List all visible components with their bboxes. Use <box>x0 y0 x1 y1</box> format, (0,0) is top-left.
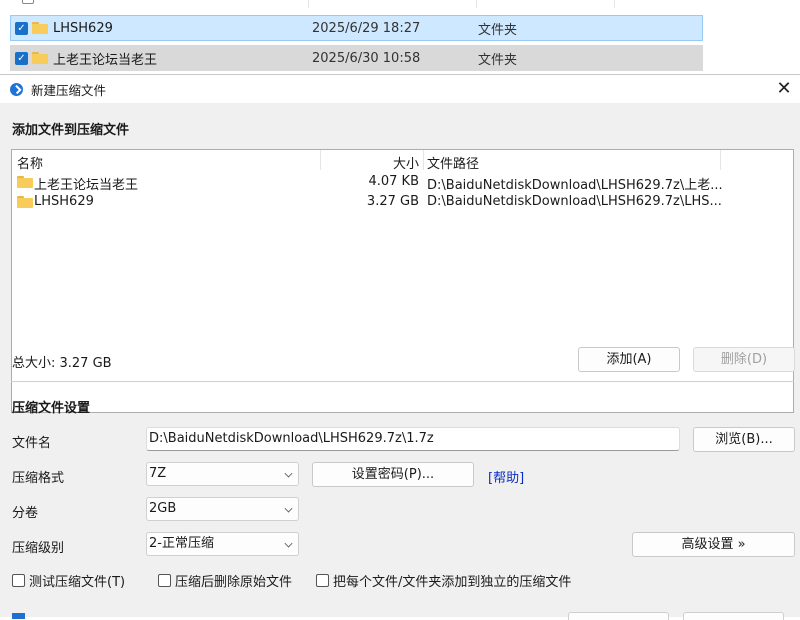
column-divider[interactable] <box>720 150 721 170</box>
checkbox-label: 压缩后删除原始文件 <box>175 574 293 590</box>
checkbox-box[interactable] <box>316 573 329 587</box>
list-item[interactable]: LHSH629 3.27 GB D:\BaiduNetdiskDownload\… <box>12 192 793 212</box>
partial-button[interactable] <box>683 612 784 620</box>
item-name: LHSH629 <box>34 194 94 209</box>
delete-after-checkbox[interactable]: 压缩后删除原始文件 <box>158 572 293 590</box>
dialog-title: 新建压缩文件 <box>31 82 107 98</box>
filename-input[interactable]: D:\BaiduNetdiskDownload\LHSH629.7z\1.7z <box>146 427 680 451</box>
add-files-section-title: 添加文件到压缩文件 <box>12 123 130 138</box>
row-checkbox[interactable]: ✓ <box>15 21 28 35</box>
checkbox-box[interactable] <box>158 573 171 587</box>
folder-icon <box>17 196 33 208</box>
item-name: 上老王论坛当老王 <box>34 178 139 193</box>
dialog-titlebar[interactable]: 新建压缩文件 ✕ <box>0 75 800 103</box>
column-divider[interactable] <box>320 150 321 170</box>
add-button[interactable]: 添加(A) <box>578 347 680 372</box>
file-date: 2025/6/30 10:58 <box>312 50 421 66</box>
checkbox-label: 把每个文件/文件夹添加到独立的压缩文件 <box>333 574 572 590</box>
chevron-down-icon <box>284 539 293 548</box>
filename-label: 文件名 <box>12 436 52 451</box>
browse-button[interactable]: 浏览(B)... <box>693 427 795 452</box>
header-checkbox[interactable] <box>22 0 34 4</box>
column-header-name[interactable]: 名称 <box>17 153 43 172</box>
archive-settings-title: 压缩文件设置 <box>12 401 91 416</box>
format-label: 压缩格式 <box>12 471 65 486</box>
test-archive-checkbox[interactable]: 测试压缩文件(T) <box>12 572 126 590</box>
explorer-header-strip <box>0 0 800 8</box>
folder-icon <box>32 22 48 34</box>
partial-checkbox[interactable] <box>12 613 25 619</box>
volume-value: 2GB <box>149 501 177 516</box>
format-value: 7Z <box>149 466 167 481</box>
close-icon[interactable]: ✕ <box>774 79 794 99</box>
app-icon <box>10 82 23 96</box>
level-label: 压缩级别 <box>12 541 65 556</box>
section-divider <box>11 381 794 382</box>
item-size: 3.27 GB <box>366 194 419 209</box>
file-list-header: 名称 大小 文件路径 <box>12 150 793 172</box>
item-size: 4.07 KB <box>368 174 419 189</box>
explorer-row[interactable]: ✓ 上老王论坛当老王 2025/6/30 10:58 文件夹 <box>10 45 703 71</box>
chevron-down-icon <box>284 469 293 478</box>
row-checkbox[interactable]: ✓ <box>15 51 28 65</box>
file-name: 上老王论坛当老王 <box>53 52 158 68</box>
separate-archives-checkbox[interactable]: 把每个文件/文件夹添加到独立的压缩文件 <box>316 572 572 590</box>
explorer-row[interactable]: ✓ LHSH629 2025/6/29 18:27 文件夹 <box>10 15 703 41</box>
volume-label: 分卷 <box>12 506 39 521</box>
column-divider <box>614 0 615 8</box>
level-select[interactable]: 2-正常压缩 <box>146 532 299 556</box>
partial-button[interactable] <box>568 612 669 620</box>
chevron-down-icon <box>284 504 293 513</box>
folder-icon <box>17 176 33 188</box>
list-item[interactable]: 上老王论坛当老王 4.07 KB D:\BaiduNetdiskDownload… <box>12 172 793 193</box>
checkbox-box[interactable] <box>12 573 25 587</box>
level-value: 2-正常压缩 <box>149 536 214 551</box>
file-list[interactable]: 名称 大小 文件路径 上老王论坛当老王 4.07 KB D:\BaiduNetd… <box>11 149 794 413</box>
item-path: D:\BaiduNetdiskDownload\LHSH629.7z\LHS..… <box>427 194 722 209</box>
help-link[interactable]: [帮助] <box>488 467 524 486</box>
set-password-button[interactable]: 设置密码(P)... <box>312 462 474 487</box>
advanced-settings-button[interactable]: 高级设置 » <box>632 532 795 557</box>
explorer-background: ✓ LHSH629 2025/6/29 18:27 文件夹 ✓ 上老王论坛当老王… <box>0 0 800 74</box>
column-divider <box>476 0 477 8</box>
checkbox-label: 测试压缩文件(T) <box>29 574 126 590</box>
column-divider <box>308 0 309 8</box>
column-divider[interactable] <box>423 150 424 170</box>
file-type: 文件夹 <box>478 22 518 38</box>
file-type: 文件夹 <box>478 52 518 68</box>
column-header-path[interactable]: 文件路径 <box>427 153 479 172</box>
new-archive-dialog: 新建压缩文件 ✕ 添加文件到压缩文件 名称 大小 文件路径 上老王论坛当老王 4… <box>0 74 800 620</box>
delete-button[interactable]: 删除(D) <box>693 347 795 372</box>
total-size: 总大小: 3.27 GB <box>12 356 112 371</box>
volume-select[interactable]: 2GB <box>146 497 299 521</box>
file-date: 2025/6/29 18:27 <box>312 20 421 36</box>
item-path: D:\BaiduNetdiskDownload\LHSH629.7z\上老... <box>427 178 723 193</box>
folder-icon <box>32 52 48 64</box>
format-select[interactable]: 7Z <box>146 462 299 486</box>
file-name: LHSH629 <box>53 20 113 36</box>
column-header-size[interactable]: 大小 <box>393 153 419 172</box>
